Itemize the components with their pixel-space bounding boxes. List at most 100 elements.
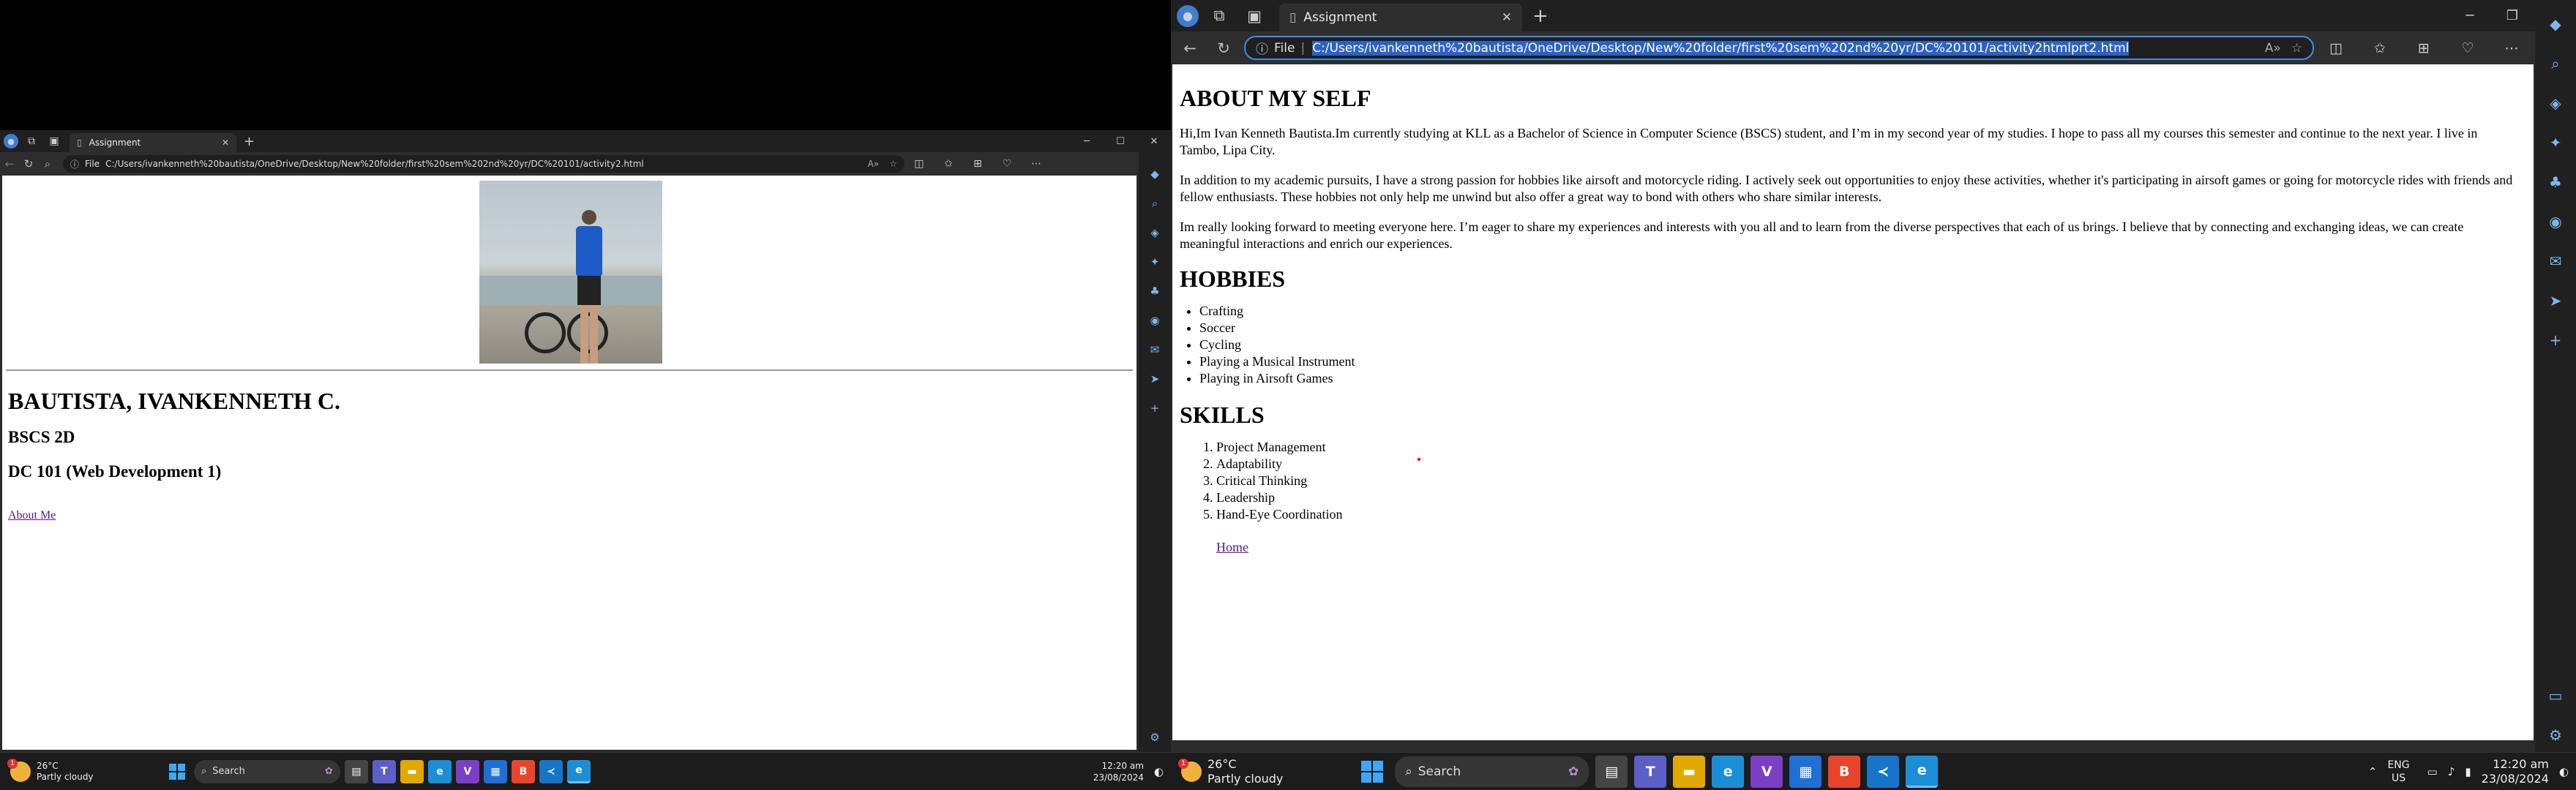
notification-icon[interactable]: ◐ [2559,765,2569,778]
new-tab-button[interactable]: + [1532,5,1549,27]
vscode-icon[interactable]: ≺ [1867,755,1900,788]
url-text[interactable]: C:/Users/ivankenneth%20bautista/OneDrive… [1312,40,2255,56]
back-icon[interactable]: ← [0,157,19,170]
split-screen-icon[interactable]: ◫ [2314,40,2358,56]
office-icon[interactable]: ◉ [2549,202,2561,241]
battery-icon[interactable]: ▮ [2465,765,2471,778]
tab-assignment[interactable]: ▯ Assignment ✕ [70,133,236,152]
add-sidebar-icon[interactable]: + [2550,320,2562,360]
settings-icon[interactable]: ⚙ [1150,723,1159,752]
display-icon[interactable]: ▭ [2427,765,2438,778]
file-explorer-icon[interactable]: ▬ [1673,755,1706,788]
volume-icon[interactable]: ♪ [2448,765,2455,778]
taskbar-search[interactable]: ⌕ Search ✿ [1395,756,1590,787]
workspaces-icon[interactable]: ⧉ [22,132,41,151]
maximize-icon[interactable]: ❐ [2491,8,2534,23]
file-explorer-icon[interactable]: ▬ [400,759,424,783]
shopping-icon[interactable]: ◈ [1150,218,1159,247]
task-view-icon[interactable]: ▤ [344,759,368,783]
edge-icon[interactable]: e [427,759,452,783]
back-icon[interactable]: ← [1175,40,1205,57]
minimize-icon[interactable]: ─ [2449,8,2491,23]
copilot-icon[interactable]: ◆ [1150,159,1159,189]
search-icon[interactable]: ⌕ [38,157,57,170]
collections-icon[interactable]: ⊞ [2402,40,2446,56]
screenshot-icon[interactable]: ▭ [2549,676,2563,715]
profile-icon[interactable]: ● [4,134,18,148]
settings-icon[interactable]: ⚙ [2549,715,2562,755]
clock[interactable]: 12:20 am 23/08/2024 [2482,757,2549,786]
weather-widget[interactable]: 1 26°C Partly cloudy [7,758,94,783]
chevron-up-icon[interactable]: ⌃ [2368,765,2378,778]
edge-icon[interactable]: e [1712,755,1745,788]
collections-icon[interactable]: ⊞ [963,158,992,170]
profile-icon[interactable]: ● [1177,4,1199,27]
clock[interactable]: 12:20 am 23/08/2024 [1093,760,1144,783]
edge-active-icon[interactable]: e [1906,755,1939,788]
close-tab-icon[interactable]: ✕ [222,138,229,148]
about-me-link[interactable]: About Me [8,509,56,522]
read-aloud-icon[interactable]: A» [868,159,880,169]
visual-studio-icon[interactable]: V [1751,755,1783,788]
office-icon[interactable]: ◉ [1150,306,1159,335]
workspaces-icon[interactable]: ⧉ [1205,1,1234,31]
search-sidebar-icon[interactable]: ⌕ [1152,189,1158,218]
brave-icon[interactable]: B [511,759,535,783]
task-view-icon[interactable]: ▤ [1595,755,1628,788]
refresh-icon[interactable]: ↻ [1209,40,1238,57]
outlook-icon[interactable]: ✉ [1150,335,1160,364]
teams-icon[interactable]: T [1634,755,1667,788]
tools-icon[interactable]: ✦ [1150,247,1160,276]
brave-icon[interactable]: B [1828,755,1861,788]
copilot-icon[interactable]: ◆ [2550,4,2561,44]
search-sidebar-icon[interactable]: ⌕ [2551,44,2559,83]
notification-icon[interactable]: ◐ [1154,765,1164,778]
read-aloud-icon[interactable]: A» [2265,41,2281,56]
favorite-star-icon[interactable]: ☆ [889,159,897,169]
address-bar[interactable]: ⓘ File | C:/Users/ivankenneth%20bautista… [1244,36,2314,60]
shopping-icon[interactable]: ◈ [2550,83,2561,123]
language-indicator[interactable]: ENG US [2387,759,2409,785]
start-button[interactable] [168,763,185,780]
favorites-icon[interactable]: ✩ [934,158,963,170]
address-bar[interactable]: ⓘ File C:/Users/ivankenneth%20bautista/O… [63,155,905,173]
tab-actions-icon[interactable]: ▣ [45,132,64,151]
send-icon[interactable]: ➤ [1150,364,1160,394]
split-screen-icon[interactable]: ◫ [905,158,934,170]
tab-actions-icon[interactable]: ▣ [1240,1,1269,31]
url-text[interactable]: C:/Users/ivankenneth%20bautista/OneDrive… [105,159,858,169]
vscode-icon[interactable]: ≺ [539,759,563,783]
more-menu-icon[interactable]: ⋯ [1022,158,1051,170]
close-window-icon[interactable]: ✕ [1137,136,1171,147]
url-selected-text[interactable]: C:/Users/ivankenneth%20bautista/OneDrive… [1312,40,2130,56]
games-icon[interactable]: ♣ [2549,162,2562,202]
edge-active-icon[interactable]: e [566,759,591,783]
close-tab-icon[interactable]: ✕ [1502,10,1512,25]
visual-studio-icon[interactable]: V [455,759,479,783]
outlook-icon[interactable]: ✉ [2550,241,2562,281]
store-icon[interactable]: ▦ [483,759,507,783]
browser-essentials-icon[interactable]: ♡ [992,158,1022,170]
games-icon[interactable]: ♣ [1150,276,1159,306]
home-link[interactable]: Home [1216,540,2519,555]
new-tab-button[interactable]: + [244,134,255,149]
browser-essentials-icon[interactable]: ♡ [2446,40,2490,56]
add-sidebar-icon[interactable]: + [1150,394,1160,423]
refresh-icon[interactable]: ↻ [19,157,38,170]
file-info-icon[interactable]: ⓘ [70,158,79,170]
send-icon[interactable]: ➤ [2550,281,2562,320]
start-button[interactable] [1361,760,1384,783]
tab-assignment[interactable]: ▯ Assignment ✕ [1279,4,1522,31]
file-info-icon[interactable]: ⓘ [1256,39,1268,57]
favorites-icon[interactable]: ✩ [2358,40,2402,56]
search-highlight-icon: ✿ [325,766,333,777]
minimize-icon[interactable]: ─ [1070,136,1104,147]
maximize-icon[interactable]: ☐ [1104,136,1137,147]
store-icon[interactable]: ▦ [1789,755,1822,788]
weather-widget[interactable]: 1 26°C Partly cloudy [1178,757,1283,786]
teams-icon[interactable]: T [372,759,396,783]
favorite-star-icon[interactable]: ☆ [2291,41,2302,56]
tools-icon[interactable]: ✦ [2550,123,2562,162]
taskbar-search[interactable]: ⌕ Search ✿ [193,759,340,783]
more-menu-icon[interactable]: ⋯ [2490,40,2534,56]
